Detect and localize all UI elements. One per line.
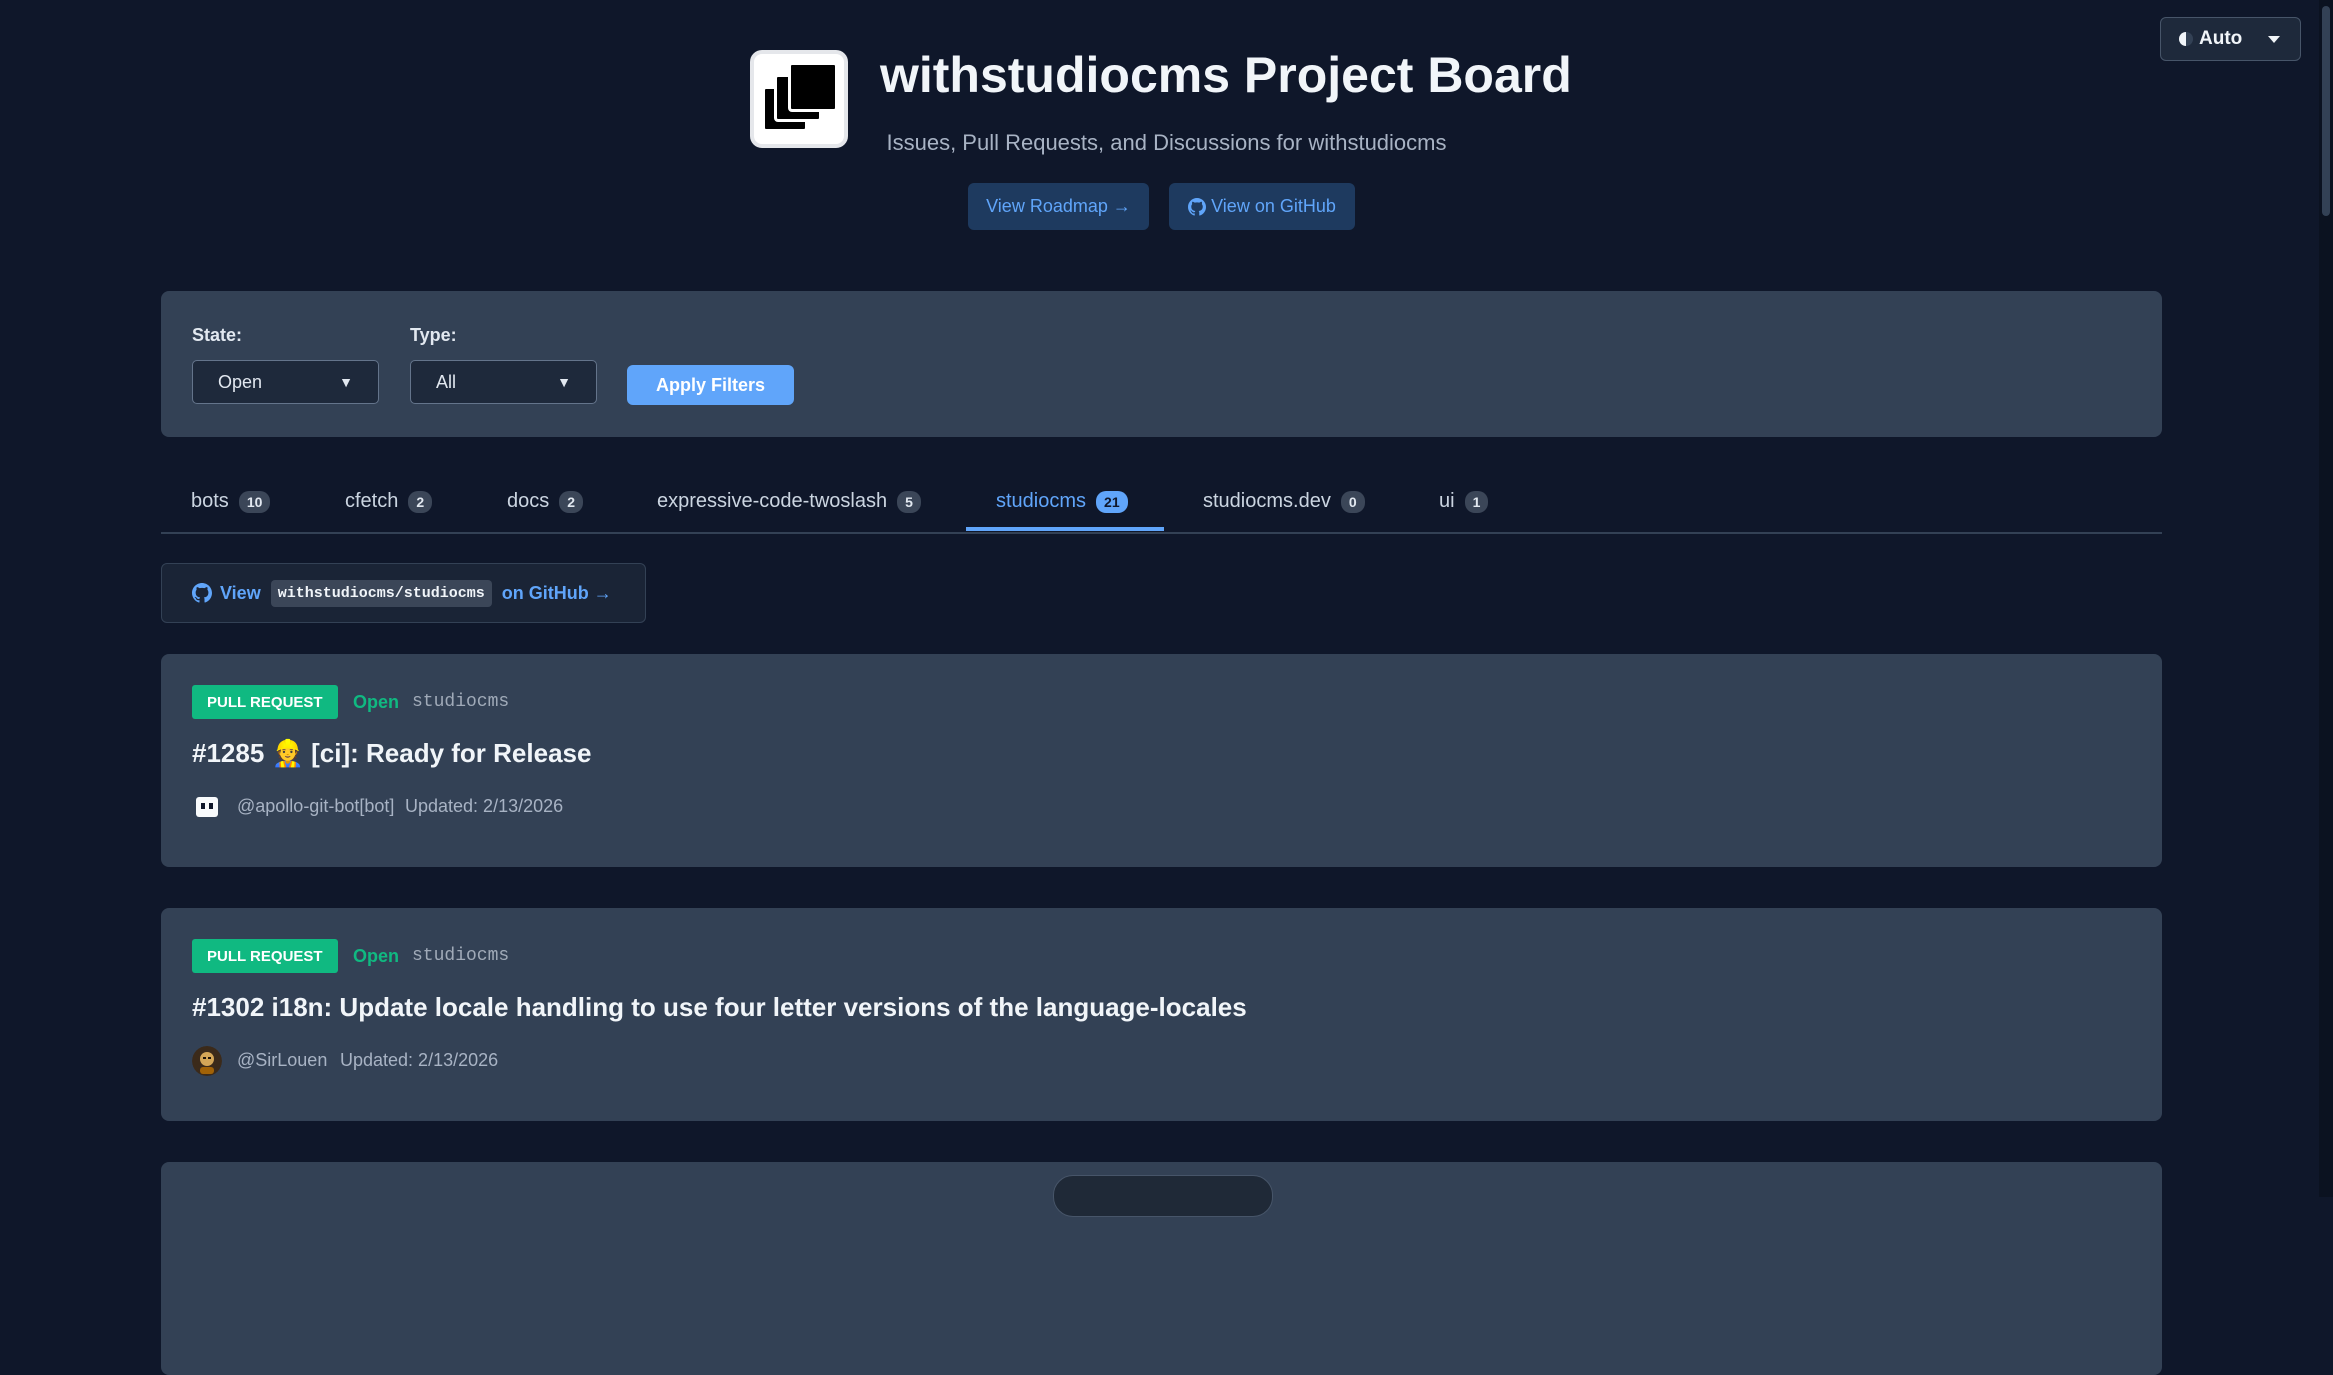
tab-count-badge: 5 [897,490,921,513]
contrast-icon [2179,32,2193,46]
updated-date: Updated: 2/13/2026 [405,796,564,816]
repo-label: studiocms [412,946,510,966]
tab-label: docs [507,490,550,512]
state-select-value: Open [218,371,263,392]
item-title[interactable]: #1285 👷 [ci]: Ready for Release [192,738,591,769]
repo-github-link[interactable]: View withstudiocms/studiocms on GitHub → [161,563,646,623]
tab-count-badge: 1 [1464,490,1489,513]
view-on-github-label: View on GitHub [1211,196,1336,216]
tab-cfetch[interactable]: cfetch 2 [345,490,433,513]
active-tab-indicator [966,527,1164,531]
tab-count-badge: 2 [559,490,584,513]
repo-label: studiocms [412,692,510,712]
type-badge: PULL REQUEST [192,685,338,719]
type-select[interactable]: All ▼ [410,360,597,404]
state-label: Open [353,946,400,966]
tab-label: cfetch [345,490,399,512]
tab-label: expressive-code-twoslash [657,490,888,512]
tab-count-badge: 0 [1340,490,1365,513]
theme-label: Auto [2199,28,2243,49]
repo-link-prefix: View [220,582,261,603]
floating-toolbar[interactable] [1053,1175,1273,1217]
view-roadmap-button[interactable]: View Roadmap → [968,183,1149,230]
chevron-down-icon [2268,35,2280,43]
view-roadmap-label: View Roadmap → [986,196,1131,216]
apply-filters-button[interactable]: Apply Filters [627,365,794,405]
type-badge: PULL REQUEST [192,939,338,973]
state-label: Open [353,692,400,712]
chevron-down-icon: ▼ [339,374,353,390]
filter-panel: State: Open ▼ Type: All ▼ Apply Filters [161,291,2162,437]
github-icon [1188,197,1207,216]
author-link[interactable]: @SirLouen [237,1050,327,1071]
tab-count-badge: 10 [238,490,271,513]
tab-label: bots [191,490,229,512]
repo-link-suffix: on GitHub → [501,582,612,603]
scrollbar-thumb[interactable] [2322,6,2330,216]
github-icon [192,583,212,603]
item-title[interactable]: #1302 i18n: Update locale handling to us… [192,992,1247,1023]
view-on-github-button[interactable]: View on GitHub [1169,183,1355,230]
tab-studiocms[interactable]: studiocms 21 [996,490,1128,513]
tab-bots[interactable]: bots 10 [191,490,271,513]
theme-selector[interactable]: Auto [2160,17,2301,61]
tab-docs[interactable]: docs 2 [507,490,584,513]
tab-label: ui [1439,490,1455,512]
scrollbar[interactable] [2319,0,2333,1197]
repo-name-code: withstudiocms/studiocms [270,579,492,607]
state-select[interactable]: Open ▼ [192,360,379,404]
tab-label: studiocms.dev [1203,490,1331,512]
tab-count-badge: 21 [1096,490,1128,513]
item-card[interactable]: PULL REQUEST Open studiocms #1302 i18n: … [161,908,2162,1121]
page-title: withstudiocms Project Board [880,47,1572,103]
page-subtitle: Issues, Pull Requests, and Discussions f… [886,130,1447,155]
avatar [196,797,218,817]
avatar [192,1046,222,1076]
tab-studiocms-dev[interactable]: studiocms.dev 0 [1203,490,1365,513]
state-label: State: [192,325,243,345]
type-label: Type: [410,325,457,345]
tab-count-badge: 2 [408,490,433,513]
item-card[interactable]: PULL REQUEST Open studiocms #1285 👷 [ci]… [161,654,2162,867]
author-link[interactable]: @apollo-git-bot[bot] [237,796,394,817]
tab-expressive-code-twoslash[interactable]: expressive-code-twoslash 5 [657,490,921,513]
updated-date: Updated: 2/13/2026 [340,1050,499,1070]
repo-tabs: bots 10 cfetch 2 docs 2 expressive-code-two… [161,472,2162,534]
type-select-value: All [436,371,457,392]
tab-ui[interactable]: ui 1 [1439,490,1489,513]
tab-label: studiocms [996,490,1087,512]
chevron-down-icon: ▼ [557,374,571,390]
